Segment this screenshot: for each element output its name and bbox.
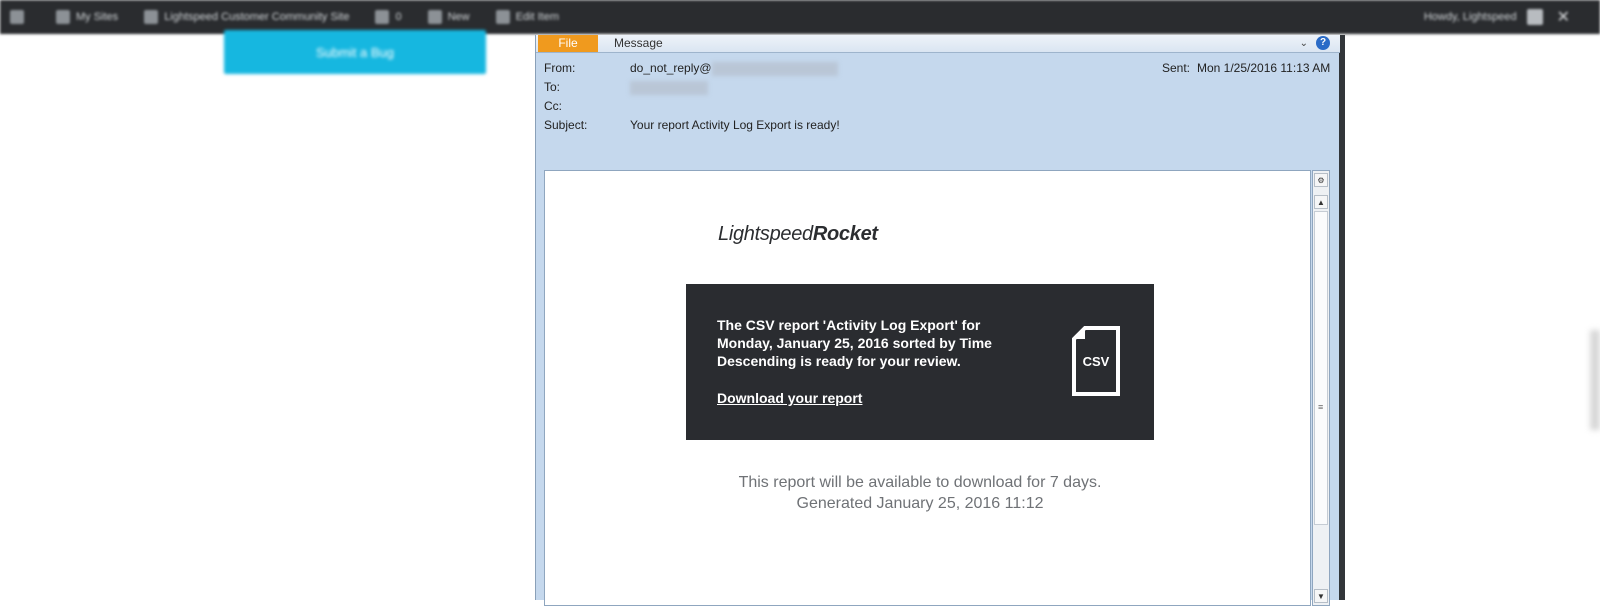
admin-bar: My Sites Lightspeed Customer Community S… (0, 0, 1600, 34)
ribbon: File Message ⌄ ? (536, 35, 1340, 53)
wordpress-icon (10, 10, 24, 24)
admin-bar-label: Edit Item (515, 11, 559, 23)
settings-icon[interactable]: ⚙ (1314, 173, 1328, 187)
scroll-down-button[interactable]: ▼ (1314, 589, 1328, 603)
logo-text-bold: Rocket (812, 223, 878, 245)
generated-line: Generated January 25, 2016 11:12 (796, 495, 1044, 512)
pencil-icon (495, 10, 510, 24)
close-icon[interactable]: ✕ (1557, 7, 1570, 27)
from-address: do_not_reply@ (630, 61, 712, 75)
scroll-up-button[interactable]: ▲ (1314, 195, 1328, 209)
from-value[interactable]: do_not_reply@ (630, 60, 838, 76)
download-report-link[interactable]: Download your report (717, 390, 862, 406)
home-icon (144, 10, 159, 24)
avatar (1526, 9, 1543, 25)
admin-bar-item-my-sites[interactable]: My Sites (56, 10, 118, 24)
admin-bar-label: My Sites (76, 11, 119, 23)
admin-bar-account[interactable]: Howdy, Lightspeed ✕ (1424, 0, 1570, 34)
logo-text-light: Lightspeed (718, 223, 813, 245)
grip-icon: ≡ (1318, 402, 1324, 412)
admin-bar-item-comments[interactable]: 0 (375, 10, 402, 24)
to-value[interactable] (630, 79, 708, 95)
subject-value: Your report Activity Log Export is ready… (630, 118, 840, 132)
admin-bar-item-site[interactable]: Lightspeed Customer Community Site (144, 10, 349, 24)
admin-bar-label: Lightspeed Customer Community Site (164, 11, 350, 23)
tab-file[interactable]: File (538, 35, 598, 52)
from-label: From: (544, 61, 576, 75)
sites-icon (56, 10, 70, 24)
redacted-block (630, 80, 708, 95)
admin-bar-label: New (447, 11, 470, 23)
message-body: LightspeedRocket The CSV report 'Activit… (544, 170, 1311, 606)
admin-bar-label: 0 (395, 11, 402, 23)
sent-label: Sent: (1162, 61, 1191, 75)
admin-bar-item-wp[interactable] (10, 10, 30, 24)
page-scrollbar[interactable] (1590, 330, 1600, 430)
comment-icon (375, 10, 390, 24)
plus-icon (427, 10, 442, 24)
redacted-block (711, 61, 838, 76)
help-icon[interactable]: ? (1316, 36, 1330, 50)
csv-file-icon: CSV (1072, 326, 1120, 396)
availability-line: This report will be available to downloa… (738, 474, 1102, 491)
chevron-down-icon[interactable]: ⌄ (1300, 35, 1308, 52)
message-window: File Message ⌄ ? From: do_not_reply@ To:… (535, 35, 1345, 606)
tab-message[interactable]: Message (614, 35, 663, 52)
cc-label: Cc: (544, 99, 562, 113)
brand-logo: LightspeedRocket (718, 223, 878, 246)
availability-note: This report will be available to downloa… (545, 472, 1295, 514)
csv-icon-label: CSV (1083, 354, 1110, 369)
submit-bug-button[interactable]: Submit a Bug (224, 30, 486, 74)
subject-label: Subject: (544, 118, 588, 132)
scroll-thumb[interactable]: ≡ (1314, 211, 1328, 525)
to-label: To: (544, 80, 561, 94)
report-message: The CSV report 'Activity Log Export' for… (717, 317, 992, 369)
report-card: The CSV report 'Activity Log Export' for… (686, 284, 1154, 440)
body-scrollbar[interactable]: ⚙ ▲ ≡ ▼ (1312, 170, 1330, 606)
admin-bar-user: Howdy, Lightspeed (1423, 11, 1517, 23)
sent-value: Mon 1/25/2016 11:13 AM (1197, 61, 1331, 75)
admin-bar-item-edit[interactable]: Edit Item (495, 10, 559, 24)
message-header: From: do_not_reply@ To: Cc: Subject: You… (536, 55, 1340, 171)
admin-bar-item-new[interactable]: New (427, 10, 470, 24)
